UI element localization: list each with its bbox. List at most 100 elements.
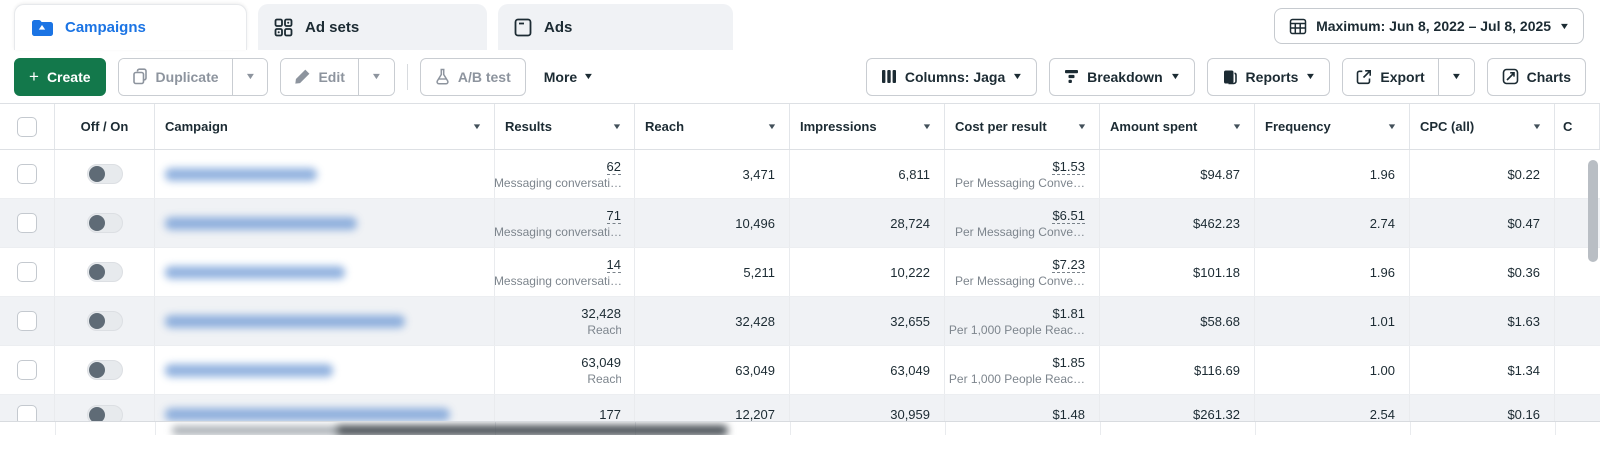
results-value: 14 [606,256,621,273]
results-sublabel: Messaging conversati… [495,175,621,190]
reach-value: 5,211 [743,264,775,280]
export-dropdown[interactable]: ▼ [1437,58,1474,95]
charts-icon [1502,68,1519,85]
row-checkbox[interactable] [17,311,37,331]
impressions-value: 63,049 [890,362,930,378]
cost-per-result-header-label: Cost per result [955,119,1047,134]
reports-button[interactable]: Reports ▼ [1206,57,1331,96]
reach-cell: 10,496 [635,199,790,247]
row-checkbox[interactable] [17,164,37,184]
campaign-name-blurred[interactable] [165,216,357,230]
results-cell: 32,428 Reach [495,297,635,345]
campaign-name-blurred[interactable] [165,408,450,421]
tab-ads[interactable]: Ads [498,4,733,50]
campaign-name-blurred[interactable] [165,167,317,181]
results-sublabel: Messaging conversati… [495,224,621,239]
impressions-cell: 10,222 [790,248,945,296]
cost-per-result-sublabel: Per Messaging Conve… [954,175,1085,190]
chevron-down-icon: ▼ [1169,71,1181,81]
campaign-name-blurred[interactable] [165,265,345,279]
results-value: 62 [606,158,621,175]
more-button[interactable]: More ▼ [538,69,599,85]
duplicate-button[interactable]: Duplicate [118,58,232,95]
entity-tabbar: Campaigns Ad sets Ads Maximum: Jun 8, 20… [0,0,1600,50]
amount-spent-cell: $462.23 [1100,199,1255,247]
header-cell-impressions[interactable]: Impressions ▼ [790,104,945,149]
select-all-checkbox[interactable] [17,116,37,137]
cost-per-result-value: $6.51 [1052,207,1085,224]
amount-spent-value: $101.18 [1193,264,1240,280]
reach-value: 10,496 [735,215,775,231]
header-cell-frequency[interactable]: Frequency ▼ [1255,104,1410,149]
cpc-all-cell: $0.47 [1410,199,1555,247]
frequency-value: 2.74 [1369,215,1395,231]
ads-manager-app: Campaigns Ad sets Ads Maximum: Jun 8, 20… [0,0,1600,449]
cpc-all-value: $0.36 [1507,264,1540,280]
chevron-down-icon: ▼ [244,71,256,81]
export-button[interactable]: Export [1343,58,1438,95]
impressions-cell: 32,655 [790,297,945,345]
campaign-off-on-toggle[interactable] [86,360,123,380]
header-cell-reach[interactable]: Reach ▼ [635,104,790,149]
table-row: 71 Messaging conversati… 10,496 28,724 $… [0,199,1600,248]
table-row: 63,049 Reach 63,049 63,049 $1.85 Per 1,0… [0,346,1600,395]
duplicate-split-button: Duplicate ▼ [117,57,269,96]
edit-split-button: Edit ▼ [280,57,395,96]
campaign-name-cell [155,248,495,296]
tab-ad-sets[interactable]: Ad sets [258,4,487,50]
campaign-off-on-toggle[interactable] [86,213,123,233]
impressions-cell: 6,811 [790,150,945,198]
header-cell-amount-spent[interactable]: Amount spent ▼ [1100,104,1255,149]
ab-test-button[interactable]: A/B test [419,57,526,96]
header-cell-cpc-all[interactable]: CPC (all) ▼ [1410,104,1555,149]
row-toggle-cell [55,199,155,247]
amount-spent-cell: $101.18 [1100,248,1255,296]
next-column-cell-partial [1555,297,1600,345]
results-value: 32,428 [581,305,621,321]
campaign-name-cell [155,346,495,394]
cost-per-result-cell: $1.53 Per Messaging Conve… [945,150,1100,198]
vertical-scrollbar-thumb[interactable] [1588,160,1598,262]
reach-value: 63,049 [735,362,775,378]
toggle-knob [88,264,105,280]
cpc-all-cell: $0.22 [1410,150,1555,198]
charts-button[interactable]: Charts [1486,57,1586,96]
create-button[interactable]: + Create [14,57,106,96]
row-checkbox[interactable] [17,262,37,282]
pencil-icon [294,69,310,85]
header-cell-cost-per-result[interactable]: Cost per result ▼ [945,104,1100,149]
campaign-off-on-toggle[interactable] [86,262,123,282]
campaign-name-blurred[interactable] [165,363,333,377]
campaign-off-on-toggle[interactable] [86,164,123,184]
edit-button[interactable]: Edit [281,58,358,95]
frequency-value: 1.96 [1369,166,1395,182]
ad-sets-grid-icon [274,18,293,37]
chevron-down-icon: ▼ [1450,71,1462,81]
chevron-down-icon: ▼ [921,122,933,131]
header-cell-campaign[interactable]: Campaign ▼ [155,104,495,149]
results-cell: 71 Messaging conversati… [495,199,635,247]
header-cell-results[interactable]: Results ▼ [495,104,635,149]
cost-per-result-value: $7.23 [1052,256,1085,273]
reach-value: 3,471 [742,166,775,182]
chevron-down-icon: ▼ [611,122,623,131]
breakdown-button[interactable]: Breakdown ▼ [1049,57,1195,96]
reports-icon [1222,69,1238,85]
row-toggle-cell [55,150,155,198]
tab-campaigns[interactable]: Campaigns [14,4,247,50]
edit-dropdown[interactable]: ▼ [357,58,394,95]
reach-header-label: Reach [645,119,685,134]
columns-button[interactable]: Columns: Jaga ▼ [865,57,1038,96]
toolbar-divider [406,63,408,90]
campaign-off-on-toggle[interactable] [86,311,123,331]
row-checkbox[interactable] [17,360,37,380]
cost-per-result-cell: $7.23 Per Messaging Conve… [945,248,1100,296]
date-range-selector[interactable]: Maximum: Jun 8, 2022 – Jul 8, 2025 ▼ [1274,8,1584,44]
duplicate-dropdown[interactable]: ▼ [231,58,268,95]
campaign-name-blurred[interactable] [165,314,405,328]
campaigns-table: Off / On Campaign ▼ Results ▼ Reach ▼ Im… [0,103,1600,435]
row-select-cell [0,297,55,345]
row-checkbox[interactable] [17,213,37,233]
frequency-cell: 1.00 [1255,346,1410,394]
cpc-all-cell: $1.63 [1410,297,1555,345]
